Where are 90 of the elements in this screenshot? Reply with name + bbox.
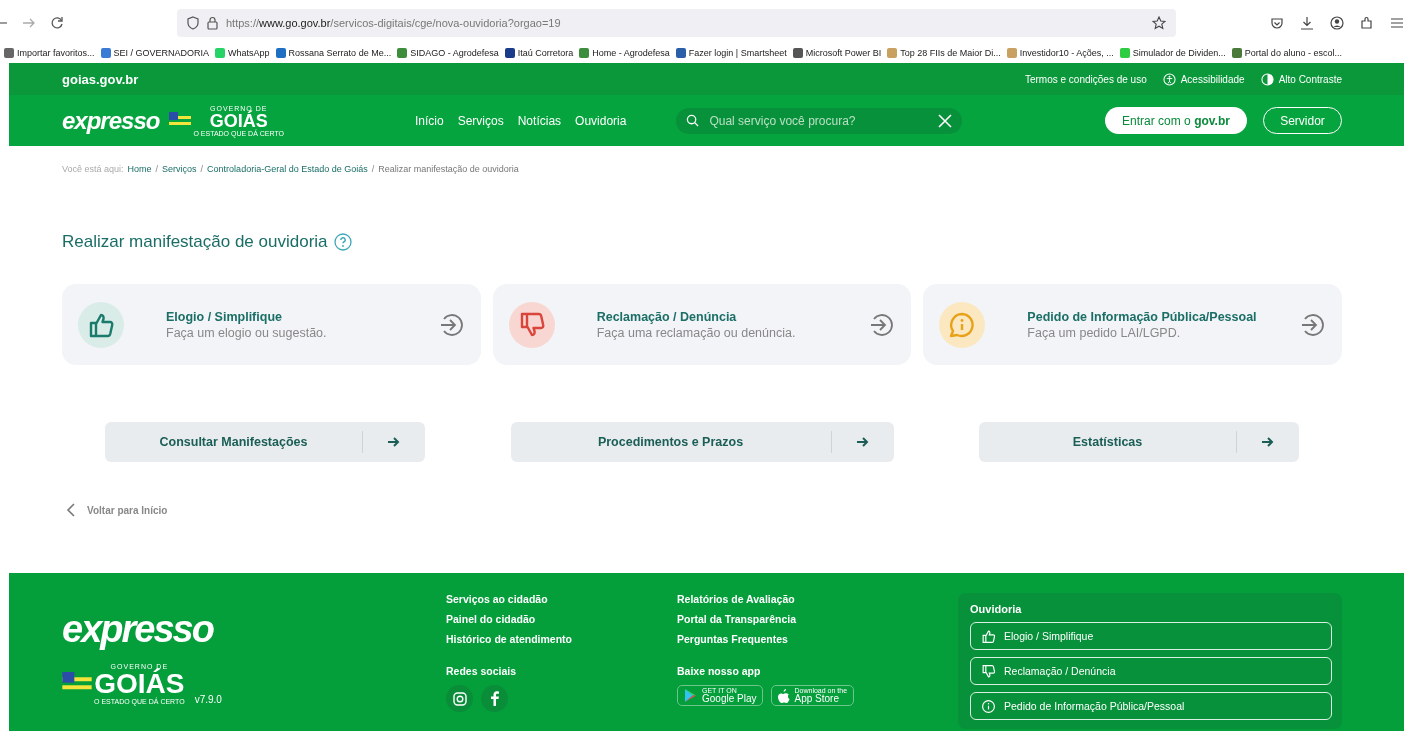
contrast-icon <box>1260 72 1274 86</box>
app-heading: Baixe nosso app <box>677 665 762 677</box>
top-link[interactable]: Termos e condições de uso <box>1024 72 1147 86</box>
breadcrumb-current: Realizar manifestação de ouvidoria <box>378 164 519 174</box>
search-input[interactable]: Qual serviço você procura? <box>707 112 931 129</box>
footer-link[interactable]: Relatórios de Avaliação <box>677 593 908 605</box>
nav-link[interactable]: Serviços <box>457 113 504 128</box>
back-link[interactable]: Voltar para Início <box>66 503 1342 517</box>
info-icon <box>981 698 996 714</box>
accessibility-icon <box>1162 72 1176 86</box>
site-link[interactable]: goias.gov.br <box>62 71 139 87</box>
arrow-right-icon <box>1262 437 1274 447</box>
action-button[interactable]: Estatísticas <box>979 422 1299 462</box>
top-link[interactable]: Alto Contraste <box>1260 72 1342 86</box>
nav-link[interactable]: Início <box>415 113 444 128</box>
action-button[interactable]: Procedimentos e Prazos <box>510 422 894 462</box>
bookmark[interactable]: Top 28 FIIs de Maior Di... <box>887 48 1001 58</box>
action-button[interactable]: Consultar Manifestações <box>105 422 425 462</box>
footer-link[interactable]: Portal da Transparência <box>677 613 908 625</box>
bookmark[interactable]: Rossana Serrato de Me... <box>275 48 392 58</box>
option-card[interactable]: Pedido de Informação Pública/Pessoal Faça um pedido LAI/LGPD. <box>923 284 1342 365</box>
account-icon[interactable] <box>1330 16 1344 30</box>
bookmark[interactable]: SIDAGO - Agrodefesa <box>397 48 499 58</box>
instagram-icon[interactable] <box>446 685 473 712</box>
thumbs-up-icon <box>981 628 996 644</box>
bookmark[interactable]: WhatsApp <box>215 48 270 58</box>
shield-icon[interactable] <box>187 16 199 30</box>
download-icon[interactable] <box>1300 16 1314 30</box>
expresso-logo[interactable]: expresso <box>62 106 160 135</box>
bookmark[interactable]: Microsoft Power BI <box>792 48 882 58</box>
footer-link[interactable]: Histórico de atendimento <box>446 633 677 645</box>
bookmark[interactable]: Fazer login | Smartsheet <box>675 48 787 58</box>
search-field[interactable]: Qual serviço você procura? <box>676 107 963 134</box>
info-bubble-icon <box>948 310 977 339</box>
pocket-icon[interactable] <box>1270 16 1284 30</box>
breadcrumb-separator: / <box>200 164 204 174</box>
footer-menu-item[interactable]: Pedido de Informação Pública/Pessoal <box>970 692 1332 720</box>
arrow-right-icon <box>856 437 869 447</box>
breadcrumb-prefix: Você está aqui: <box>62 164 124 174</box>
card-description: Faça uma reclamação ou denúncia. <box>596 325 797 340</box>
footer-link[interactable]: Painel do cidadão <box>446 613 677 625</box>
version-label: v7.9.0 <box>194 694 222 705</box>
footer-menu-item[interactable]: Elogio / Simplifique <box>970 622 1332 650</box>
star-icon[interactable] <box>1152 16 1166 30</box>
thumbs-down-icon <box>981 663 996 679</box>
chevron-left-icon <box>66 503 75 517</box>
arrow-circle-icon <box>869 311 896 338</box>
expresso-logo: expresso <box>62 608 215 651</box>
lock-icon[interactable] <box>207 16 218 30</box>
breadcrumb-link[interactable]: Controladoria-Geral do Estado de Goiás <box>207 164 368 174</box>
footer-link[interactable]: Perguntas Frequentes <box>677 633 908 645</box>
reload-icon[interactable] <box>50 16 64 30</box>
nav-link[interactable]: Notícias <box>517 113 562 128</box>
card-description: Faça um elogio ou sugestão. <box>166 325 328 340</box>
card-title: Reclamação / Denúncia <box>596 309 738 324</box>
bookmark[interactable]: Portal do aluno - escol... <box>1231 48 1342 58</box>
breadcrumb-separator: / <box>371 164 375 174</box>
card-description: Faça um pedido LAI/LGPD. <box>1027 325 1182 340</box>
bookmark[interactable]: Investidor10 - Ações, ... <box>1006 48 1114 58</box>
extensions-icon[interactable] <box>1360 16 1374 30</box>
address-bar[interactable]: https://www.go.gov.br/servicos-digitais/cge/nova-ouvidoria?orgao=19 <box>177 9 1176 37</box>
ouvidoria-heading: Ouvidoria <box>970 603 1023 615</box>
close-icon[interactable] <box>938 113 953 128</box>
login-button[interactable]: Entrar com o gov.br <box>1105 107 1247 134</box>
breadcrumb-link[interactable]: Home <box>127 164 152 174</box>
url-text: https://www.go.gov.br/servicos-digitais/cge/nova-ouvidoria?orgao=19 <box>226 17 562 29</box>
search-icon <box>686 114 700 127</box>
arrow-right-icon <box>388 437 400 447</box>
card-title: Pedido de Informação Pública/Pessoal <box>1027 309 1258 324</box>
facebook-icon[interactable] <box>481 685 508 712</box>
breadcrumb-separator: / <box>155 164 159 174</box>
help-icon[interactable] <box>333 233 352 251</box>
bookmark[interactable]: Home - Agrodefesa <box>579 48 670 58</box>
footer-menu-item[interactable]: Reclamação / Denúncia <box>970 657 1332 685</box>
option-card[interactable]: Elogio / Simplifique Faça um elogio ou sugestão. <box>62 284 481 365</box>
arrow-circle-icon <box>1300 311 1326 338</box>
breadcrumb-link[interactable]: Serviços <box>162 164 197 174</box>
menu-icon[interactable] <box>1390 16 1404 30</box>
card-title: Elogio / Simplifique <box>166 309 283 324</box>
bookmark[interactable]: Importar favoritos... <box>4 48 95 58</box>
bookmark[interactable]: Simulador de Dividen... <box>1119 48 1226 58</box>
page-title: Realizar manifestação de ouvidoria <box>62 232 328 252</box>
bookmark[interactable]: SEI / GOVERNADORIA <box>100 48 210 58</box>
bookmark[interactable]: Itaú Corretora <box>504 48 574 58</box>
option-card[interactable]: Reclamação / Denúncia Faça uma reclamação ou denúncia. <box>492 284 912 365</box>
social-heading: Redes sociais <box>446 665 518 677</box>
footer-link[interactable]: Serviços ao cidadão <box>446 593 677 605</box>
arrow-circle-icon <box>438 311 465 338</box>
top-link[interactable]: Acessibilidade <box>1162 72 1245 86</box>
nav-link[interactable]: Ouvidoria <box>575 113 627 128</box>
